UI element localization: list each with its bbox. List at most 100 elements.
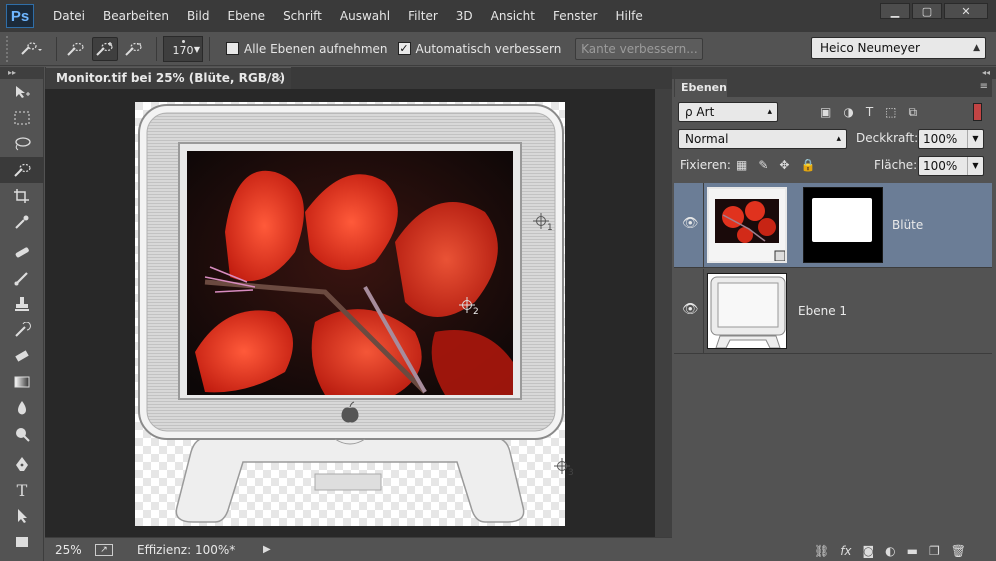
pixel-filter-icon[interactable]: ▣ — [820, 105, 831, 120]
eyedropper-icon — [15, 215, 29, 229]
link-layers-icon[interactable]: ⛓ — [814, 544, 829, 558]
path-selection-tool[interactable] — [0, 503, 44, 529]
stamp-tool[interactable] — [0, 291, 44, 317]
color-sampler-3[interactable]: 3 — [554, 458, 574, 481]
menu-bearbeiten[interactable]: Bearbeiten — [94, 0, 178, 32]
share-icon[interactable]: ↗ — [95, 543, 113, 556]
layer-name[interactable]: Blüte — [892, 218, 923, 232]
menu-bild[interactable]: Bild — [178, 0, 219, 32]
minimize-button[interactable]: ▁ — [880, 3, 910, 19]
type-filter-icon[interactable]: T — [866, 105, 873, 120]
layer-style-icon[interactable]: fx — [840, 544, 851, 558]
layer-row-ebene-1[interactable]: 👁 Ebene 1 — [674, 269, 992, 354]
menu-auswahl[interactable]: Auswahl — [331, 0, 399, 32]
photoshop-window: Ps Datei Bearbeiten Bild Ebene Schrift A… — [0, 0, 996, 561]
menu-schrift[interactable]: Schrift — [274, 0, 331, 32]
document-tab[interactable]: Monitor.tif bei 25% (Blüte, RGB/8) × — [46, 67, 291, 89]
filter-toggle[interactable] — [973, 103, 982, 121]
eye-icon[interactable]: 👁 — [682, 302, 699, 317]
menu-ansicht[interactable]: Ansicht — [482, 0, 544, 32]
new-group-icon[interactable]: ▬ — [907, 544, 918, 558]
refine-edge-button[interactable]: Kante verbessern... — [575, 37, 704, 60]
pen-tool[interactable] — [0, 451, 44, 477]
move-tool[interactable] — [0, 79, 44, 105]
shape-tool[interactable] — [0, 529, 44, 555]
brush-size-picker[interactable]: 170 ▼ — [163, 35, 203, 62]
chevron-down-icon[interactable]: ▼ — [967, 157, 983, 175]
window-controls: ▁ ▢ ✕ — [880, 3, 988, 19]
menu-datei[interactable]: Datei — [44, 0, 94, 32]
blend-mode-select[interactable]: Normal ▴ — [678, 129, 847, 149]
color-sampler-1[interactable]: 1 — [533, 213, 553, 236]
layer-row-bluete[interactable]: 👁 Blüte — [674, 183, 992, 268]
adjustment-layer-icon[interactable]: ◐ — [885, 544, 895, 558]
fill-field[interactable]: 100% ▼ — [918, 156, 984, 176]
history-brush-tool[interactable] — [0, 317, 44, 343]
close-button[interactable]: ✕ — [944, 3, 988, 19]
panel-collapse-icon[interactable]: ◂◂ — [672, 67, 996, 79]
dodge-tool[interactable] — [0, 421, 44, 447]
menu-ebene[interactable]: Ebene — [218, 0, 274, 32]
menu-items: Datei Bearbeiten Bild Ebene Schrift Ausw… — [44, 0, 652, 32]
lock-icons: ▦ ✎ ✥ 🔒 — [736, 158, 815, 172]
layer-mask-thumbnail[interactable] — [803, 187, 883, 263]
auto-enhance-checkbox[interactable]: ✓ — [397, 42, 411, 55]
menu-fenster[interactable]: Fenster — [544, 0, 607, 32]
trash-icon[interactable]: 🗑 — [951, 544, 966, 558]
quick-selection-tool[interactable] — [0, 157, 44, 183]
layer-thumbnail[interactable] — [707, 187, 787, 263]
lock-position-icon[interactable]: ✥ — [779, 158, 789, 172]
all-layers-checkbox[interactable] — [226, 42, 239, 55]
shape-filter-icon[interactable]: ⬚ — [885, 105, 896, 120]
blur-tool[interactable] — [0, 395, 44, 421]
tool-preset-picker[interactable] — [12, 37, 50, 61]
menu-3d[interactable]: 3D — [447, 0, 482, 32]
chevron-down-icon[interactable]: ▼ — [967, 130, 983, 148]
smart-object-filter-icon[interactable]: ⧉ — [909, 105, 918, 120]
tools-collapse-icon[interactable]: ▸▸ — [0, 67, 43, 79]
brush-tool[interactable] — [0, 265, 44, 291]
opacity-field[interactable]: 100% ▼ — [918, 129, 984, 149]
adjustment-filter-icon[interactable]: ◑ — [843, 105, 853, 120]
tab-ebenen[interactable]: Ebenen — [675, 79, 727, 97]
rectangle-icon — [16, 537, 28, 547]
status-menu-arrow-icon[interactable]: ▶ — [263, 544, 271, 555]
type-tool[interactable]: T — [0, 477, 44, 503]
new-selection-button[interactable] — [63, 37, 89, 61]
color-sampler-2[interactable]: 2 — [459, 297, 479, 320]
marquee-tool[interactable] — [0, 105, 44, 131]
add-to-selection-button[interactable] — [92, 36, 118, 61]
menu-hilfe[interactable]: Hilfe — [606, 0, 651, 32]
zoom-level[interactable]: 25% — [45, 543, 91, 557]
new-layer-icon[interactable]: ❐ — [929, 544, 940, 558]
close-icon[interactable]: × — [274, 68, 283, 89]
lock-pixels-icon[interactable]: ✎ — [758, 158, 768, 172]
subtract-from-selection-button[interactable] — [121, 37, 147, 61]
lasso-tool[interactable] — [0, 131, 44, 157]
maximize-button[interactable]: ▢ — [912, 3, 942, 19]
eye-icon[interactable]: 👁 — [682, 216, 699, 231]
subtract-selection-icon — [125, 42, 142, 56]
eyedropper-tool[interactable] — [0, 209, 44, 235]
layers-panel: Ebenen ≡ ρ Art ▴ ▣ ◑ T ⬚ ⧉ Normal ▴ Deck… — [674, 79, 992, 561]
vertical-scrollbar[interactable] — [655, 89, 672, 537]
menu-filter[interactable]: Filter — [399, 0, 447, 32]
healing-brush-tool[interactable] — [0, 239, 44, 265]
type-icon: T — [16, 480, 28, 500]
eraser-tool[interactable] — [0, 343, 44, 369]
fill-label: Fläche: — [874, 158, 918, 172]
canvas-view[interactable]: 1 2 3 — [45, 89, 655, 537]
layer-filter-row: ρ Art ▴ ▣ ◑ T ⬚ ⧉ — [674, 101, 992, 123]
crop-tool[interactable] — [0, 183, 44, 209]
layer-name[interactable]: Ebene 1 — [798, 304, 847, 318]
layer-thumbnail[interactable] — [707, 273, 787, 349]
panel-menu-icon[interactable]: ≡ — [980, 81, 988, 92]
add-mask-icon[interactable]: ◙ — [863, 544, 875, 558]
lock-transparency-icon[interactable]: ▦ — [736, 158, 747, 172]
brush-size-value: 170 — [172, 44, 194, 57]
image-canvas[interactable] — [135, 102, 565, 526]
layer-filter-select[interactable]: ρ Art ▴ — [678, 102, 778, 122]
gradient-tool[interactable] — [0, 369, 44, 395]
workspace-select[interactable]: Heico Neumeyer ▲ — [811, 37, 986, 59]
lock-all-icon[interactable]: 🔒 — [800, 158, 815, 172]
